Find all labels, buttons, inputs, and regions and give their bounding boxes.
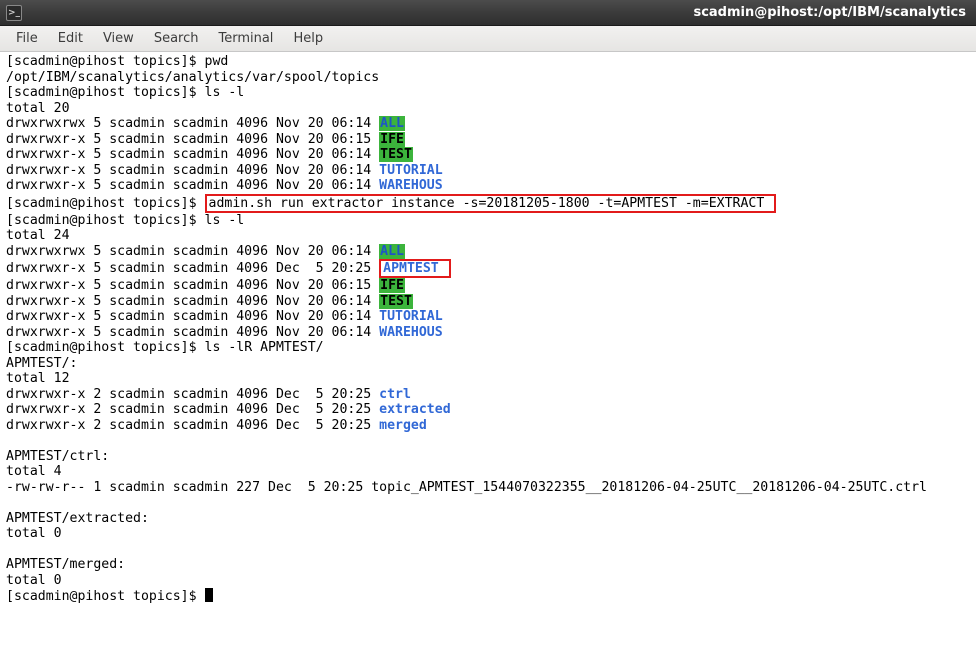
ls-row: drwxrwxr-x 5 scadmin scadmin 4096 Nov 20…	[6, 178, 379, 193]
dir-ife: IFE	[379, 132, 405, 147]
dir-tutorial: TUTORIAL	[379, 309, 443, 324]
total-line: total 12	[6, 371, 70, 386]
ls-row: drwxrwxrwx 5 scadmin scadmin 4096 Nov 20…	[6, 244, 379, 259]
dir-warehous: WAREHOUS	[379, 178, 443, 193]
prompt: [scadmin@pihost topics]$	[6, 589, 205, 604]
menubar: File Edit View Search Terminal Help	[0, 26, 976, 52]
ls-row: drwxrwxr-x 5 scadmin scadmin 4096 Nov 20…	[6, 325, 379, 340]
dir-apmtest: APMTEST	[383, 261, 439, 276]
ls-row: drwxrwxr-x 5 scadmin scadmin 4096 Nov 20…	[6, 163, 379, 178]
dir-merged: merged	[379, 418, 427, 433]
ls-row: drwxrwxr-x 5 scadmin scadmin 4096 Nov 20…	[6, 147, 379, 162]
ls-row: drwxrwxr-x 5 scadmin scadmin 4096 Nov 20…	[6, 294, 379, 309]
menu-help[interactable]: Help	[283, 27, 333, 50]
total-line: total 24	[6, 228, 70, 243]
total-line: total 4	[6, 464, 62, 479]
prompt: [scadmin@pihost topics]$	[6, 340, 205, 355]
menu-search[interactable]: Search	[144, 27, 209, 50]
dir-ctrl: ctrl	[379, 387, 411, 402]
total-line: total 0	[6, 573, 62, 588]
section-header: APMTEST/merged:	[6, 557, 125, 572]
dir-all: ALL	[379, 116, 405, 131]
menu-terminal[interactable]: Terminal	[208, 27, 283, 50]
section-header: APMTEST/extracted:	[6, 511, 149, 526]
ls-row: drwxrwxr-x 5 scadmin scadmin 4096 Dec 5 …	[6, 261, 379, 276]
cursor	[205, 588, 213, 602]
section-header: APMTEST/:	[6, 356, 77, 371]
dir-test: TEST	[379, 294, 413, 309]
prompt: [scadmin@pihost topics]$	[6, 85, 205, 100]
ls-row: drwxrwxr-x 5 scadmin scadmin 4096 Nov 20…	[6, 132, 379, 147]
highlighted-command: admin.sh run extractor instance -s=20181…	[205, 194, 777, 213]
pwd-output: /opt/IBM/scanalytics/analytics/var/spool…	[6, 70, 379, 85]
total-line: total 20	[6, 101, 70, 116]
dir-test: TEST	[379, 147, 413, 162]
ls-row-file: -rw-rw-r-- 1 scadmin scadmin 227 Dec 5 2…	[6, 480, 927, 495]
ls-row: drwxrwxr-x 2 scadmin scadmin 4096 Dec 5 …	[6, 418, 379, 433]
cmd-ls: ls -l	[205, 85, 245, 100]
dir-all: ALL	[379, 244, 405, 259]
cmd-lslR: ls -lR APMTEST/	[205, 340, 324, 355]
menu-view[interactable]: View	[93, 27, 144, 50]
cmd-pwd: pwd	[205, 54, 229, 69]
ls-row: drwxrwxrwx 5 scadmin scadmin 4096 Nov 20…	[6, 116, 379, 131]
dir-ife: IFE	[379, 278, 405, 293]
prompt: [scadmin@pihost topics]$	[6, 54, 205, 69]
terminal-icon: >_	[6, 5, 22, 21]
terminal-output[interactable]: [scadmin@pihost topics]$ pwd /opt/IBM/sc…	[0, 52, 976, 611]
window-title: scadmin@pihost:/opt/IBM/scanalytics	[30, 5, 970, 20]
window-titlebar: >_ scadmin@pihost:/opt/IBM/scanalytics	[0, 0, 976, 26]
highlighted-dir: APMTEST	[379, 259, 451, 278]
dir-tutorial: TUTORIAL	[379, 163, 443, 178]
cmd-ls: ls -l	[205, 213, 245, 228]
prompt: [scadmin@pihost topics]$	[6, 213, 205, 228]
ls-row: drwxrwxr-x 5 scadmin scadmin 4096 Nov 20…	[6, 309, 379, 324]
total-line: total 0	[6, 526, 62, 541]
menu-file[interactable]: File	[6, 27, 48, 50]
section-header: APMTEST/ctrl:	[6, 449, 109, 464]
ls-row: drwxrwxr-x 2 scadmin scadmin 4096 Dec 5 …	[6, 402, 379, 417]
dir-extracted: extracted	[379, 402, 450, 417]
dir-warehous: WAREHOUS	[379, 325, 443, 340]
prompt: [scadmin@pihost topics]$	[6, 196, 205, 211]
menu-edit[interactable]: Edit	[48, 27, 93, 50]
ls-row: drwxrwxr-x 2 scadmin scadmin 4096 Dec 5 …	[6, 387, 379, 402]
ls-row: drwxrwxr-x 5 scadmin scadmin 4096 Nov 20…	[6, 278, 379, 293]
